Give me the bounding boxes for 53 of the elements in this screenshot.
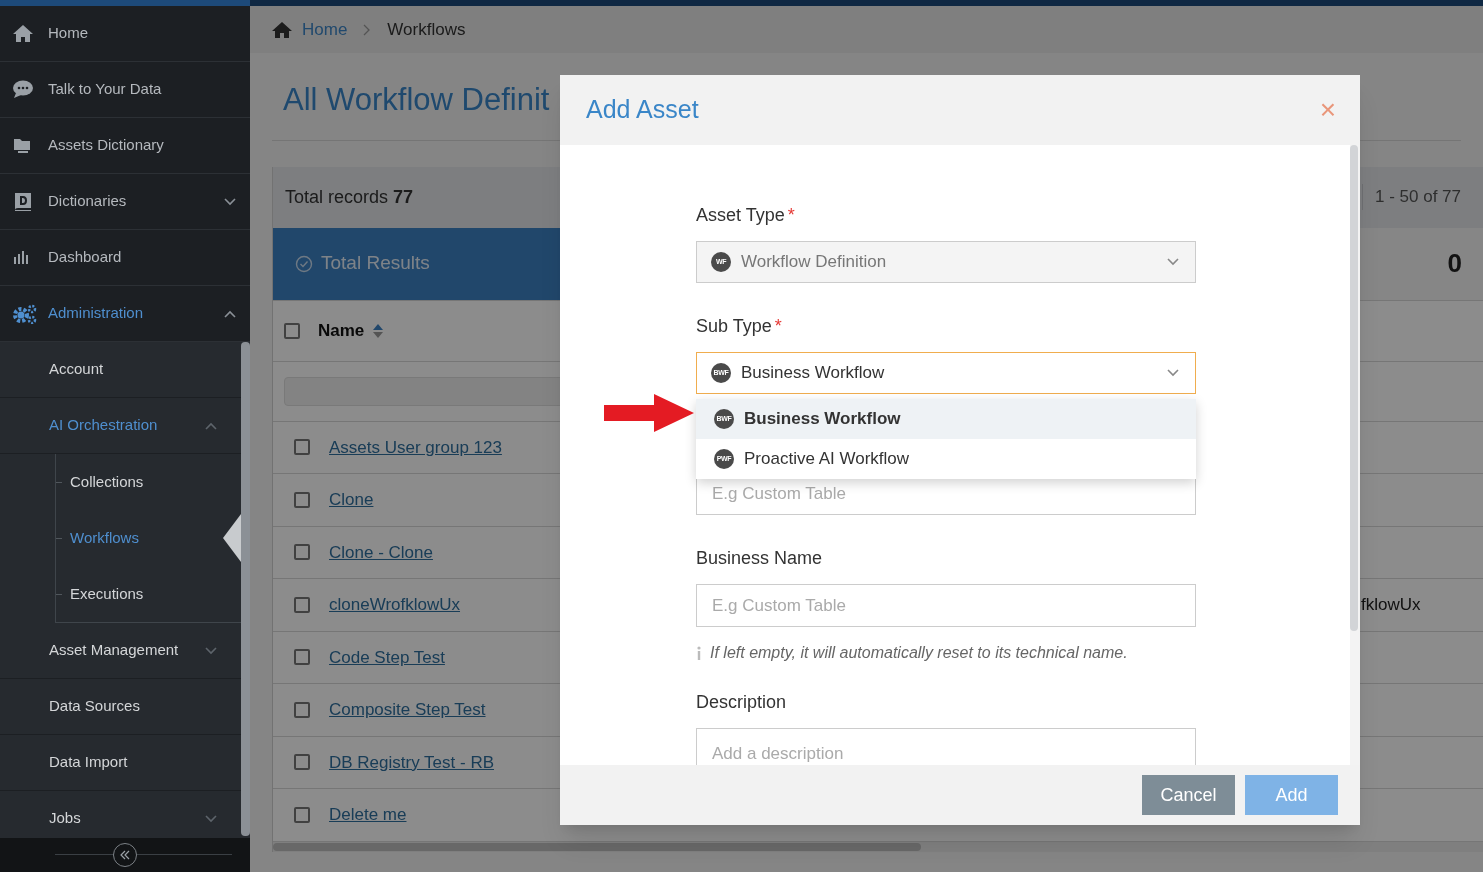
sidebar-item[interactable]: Dictionaries [0, 174, 250, 230]
text-field[interactable]: E.g Custom Table [696, 584, 1196, 627]
column-header[interactable]: Name [318, 317, 365, 344]
field-hint: If left empty, it will automatically reset to its technical name. [710, 643, 1128, 663]
chevron-right-icon [363, 23, 372, 36]
modal-title: Add Asset [586, 94, 699, 126]
chevron-icon [205, 646, 217, 655]
info-icon [696, 646, 702, 660]
scrollbar-thumb[interactable] [1350, 145, 1358, 631]
sidebar-subitem[interactable]: Executions [70, 582, 144, 606]
field-label: Sub Type [696, 315, 772, 338]
checkbox[interactable] [294, 544, 310, 561]
chat-icon [12, 79, 34, 100]
sidebar-subitem[interactable]: Workflows [70, 526, 139, 550]
field-label: Asset Type [696, 204, 785, 227]
check-circle-icon [295, 254, 313, 273]
pagination-range: 1 - 50 of 77 [1362, 184, 1461, 210]
checkbox[interactable] [294, 596, 310, 613]
scrollbar-thumb[interactable] [241, 342, 250, 836]
checkbox[interactable] [294, 754, 310, 771]
total-records: Total records 77 [285, 185, 414, 209]
sort-icon [372, 322, 385, 339]
checkbox[interactable] [284, 322, 300, 339]
chevron-icon [1167, 258, 1179, 266]
page-title: All Workflow Definit [283, 81, 550, 119]
checkbox[interactable] [294, 491, 310, 508]
table-cell-text: fklowUx [1361, 594, 1421, 616]
arrow-pointer-icon [604, 393, 694, 433]
chevron-icon [224, 197, 236, 206]
summary-label: Total Results [321, 251, 430, 276]
scrollbar-thumb[interactable] [273, 842, 921, 851]
checkbox[interactable] [294, 806, 310, 823]
required-mark: * [774, 315, 782, 338]
sidebar-subitem[interactable]: Collections [70, 470, 144, 494]
checkbox[interactable] [294, 439, 310, 456]
description-field[interactable]: Add a description [696, 728, 1196, 765]
checkbox[interactable] [294, 701, 310, 718]
field-label: Description [696, 691, 787, 714]
required-mark: * [787, 204, 795, 227]
book-icon [12, 191, 34, 212]
home-icon [12, 23, 34, 44]
summary-count: 0 [1447, 247, 1463, 280]
chevron-icon [1167, 369, 1179, 377]
breadcrumb-current: Workflows [387, 18, 466, 41]
collapse-button[interactable] [113, 843, 137, 867]
pointer-icon [223, 514, 241, 562]
chevron-icon [205, 421, 217, 430]
chevron-icon [205, 814, 217, 823]
checkbox[interactable] [294, 649, 310, 666]
double-chevron-icon [120, 850, 130, 860]
chevron-icon [224, 309, 236, 318]
field-label: Business Name [696, 547, 823, 570]
home-icon [272, 21, 292, 38]
